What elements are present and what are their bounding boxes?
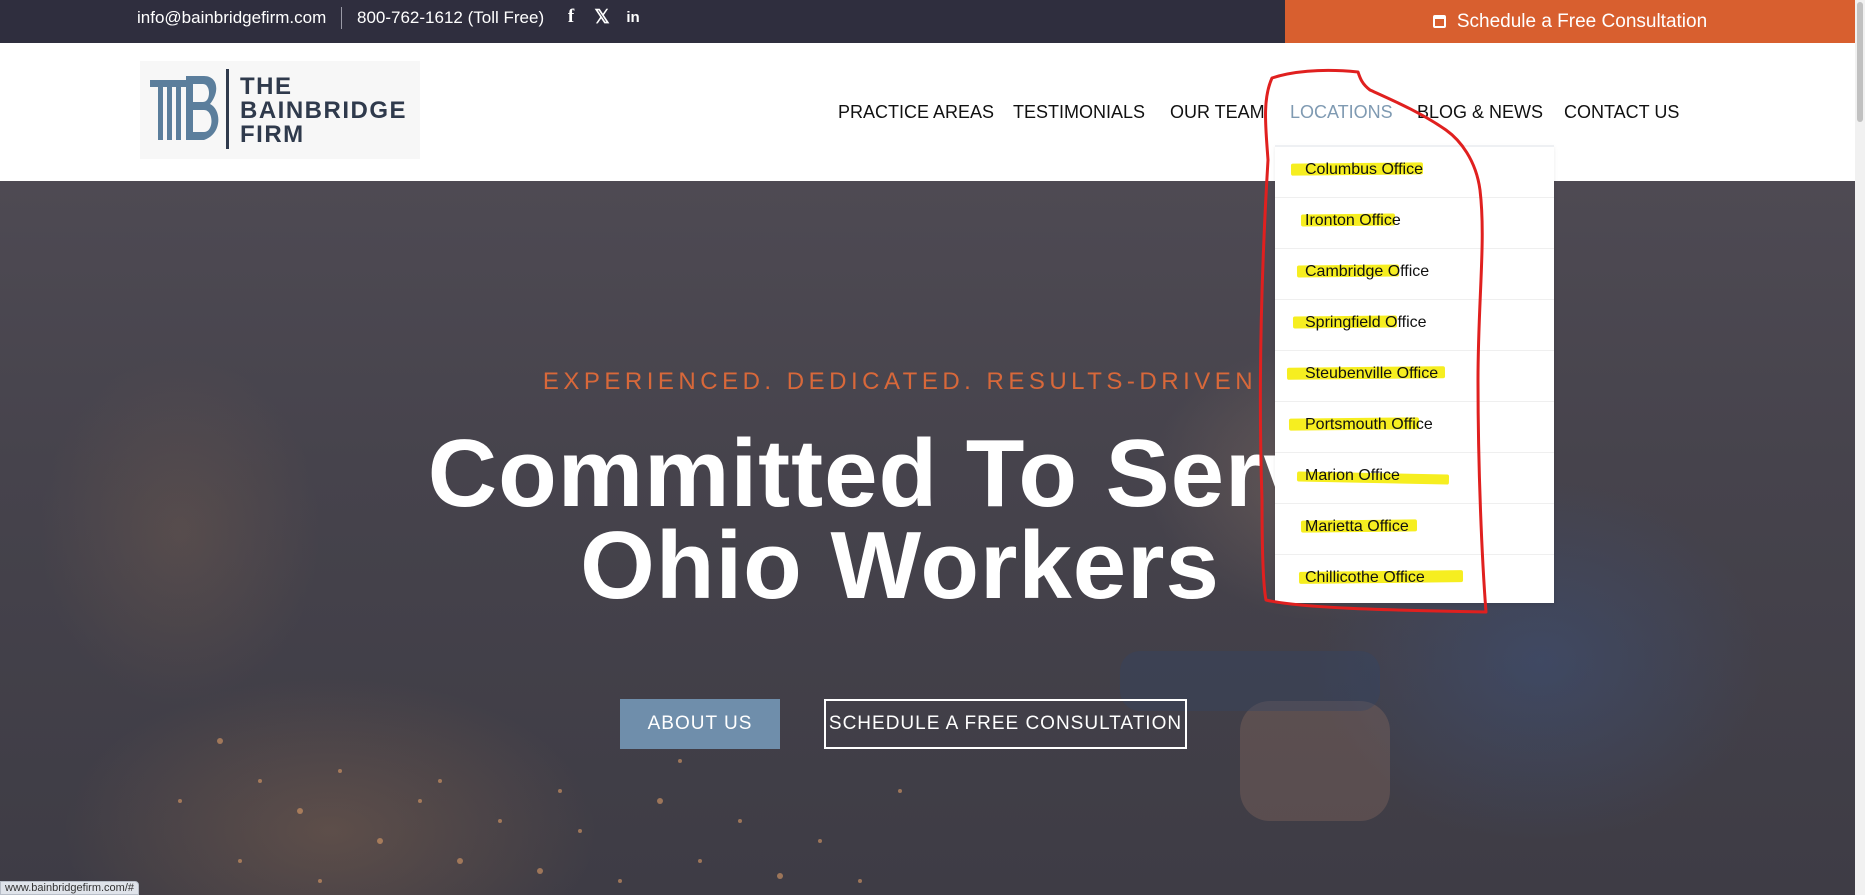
logo-line: THE — [240, 73, 293, 100]
location-columbus-office[interactable]: Columbus Office — [1275, 147, 1554, 198]
dropdown-item-label: Chillicothe Office — [1305, 569, 1425, 586]
hero-section: EXPERIENCED. DEDICATED. RESULTS-DRIVEN C… — [0, 181, 1855, 895]
location-chillicothe-office[interactable]: Chillicothe Office — [1275, 555, 1554, 606]
location-springfield-office[interactable]: Springfield Office — [1275, 300, 1554, 351]
status-url-tooltip: www.bainbridgefirm.com/# — [0, 881, 139, 895]
schedule-consultation-label: Schedule a Free Consultation — [1456, 10, 1708, 32]
logo-mark-icon — [150, 76, 219, 140]
schedule-consultation-top-button[interactable]: Schedule a Free Consultation — [1285, 0, 1855, 43]
calendar-icon — [1432, 15, 1446, 28]
location-portsmouth-office[interactable]: Portsmouth Office — [1275, 402, 1554, 453]
dropdown-item-label: Cambridge Office — [1305, 263, 1430, 280]
nav-blog-news[interactable]: BLOG & NEWS — [1417, 102, 1543, 123]
location-marietta-office[interactable]: Marietta Office — [1275, 504, 1554, 555]
nav-contact-us[interactable]: CONTACT US — [1564, 102, 1679, 123]
site-header: THE BAINBRIDGE FIRM PRACTICE AREAS TESTI… — [0, 43, 1855, 181]
about-us-button[interactable]: ABOUT US — [620, 699, 780, 749]
schedule-consultation-button[interactable]: SCHEDULE A FREE CONSULTATION — [824, 699, 1187, 749]
dropdown-item-label: Columbus Office — [1305, 161, 1423, 178]
logo[interactable]: THE BAINBRIDGE FIRM — [140, 61, 420, 159]
nav-locations[interactable]: LOCATIONS — [1290, 102, 1393, 123]
phone-link[interactable]: 800-762-1612 (Toll Free) — [357, 8, 544, 28]
nav-our-team[interactable]: OUR TEAM — [1170, 102, 1265, 123]
location-ironton-office[interactable]: Ironton Office — [1275, 198, 1554, 249]
nav-practice-areas[interactable]: PRACTICE AREAS — [838, 102, 994, 123]
divider — [341, 7, 342, 29]
facebook-icon[interactable]: f — [560, 6, 582, 28]
dropdown-item-label: Ironton Office — [1305, 212, 1401, 229]
dropdown-item-label: Marietta Office — [1305, 518, 1409, 535]
scrollbar-thumb[interactable] — [1857, 2, 1863, 122]
dropdown-item-label: Springfield Office — [1305, 314, 1427, 331]
dropdown-item-label: Steubenville Office — [1305, 365, 1439, 382]
logo-wordmark: THE BAINBRIDGE FIRM — [240, 75, 407, 147]
nav-testimonials[interactable]: TESTIMONIALS — [1013, 102, 1145, 123]
page-scrollbar[interactable] — [1855, 0, 1865, 895]
dropdown-item-label: Portsmouth Office — [1305, 416, 1433, 433]
logo-divider — [226, 69, 229, 149]
x-twitter-icon[interactable]: 𝕏 — [591, 6, 613, 28]
locations-dropdown: Columbus Office Ironton Office Cambridge… — [1275, 145, 1554, 603]
location-cambridge-office[interactable]: Cambridge Office — [1275, 249, 1554, 300]
dropdown-item-label: Marion Office — [1305, 467, 1400, 484]
logo-line: FIRM — [240, 121, 305, 148]
location-marion-office[interactable]: Marion Office — [1275, 453, 1554, 504]
email-link[interactable]: info@bainbridgefirm.com — [137, 8, 326, 28]
top-bar: info@bainbridgefirm.com 800-762-1612 (To… — [0, 0, 1855, 43]
linkedin-icon[interactable]: in — [622, 6, 644, 28]
location-steubenville-office[interactable]: Steubenville Office — [1275, 351, 1554, 402]
logo-line: BAINBRIDGE — [240, 97, 408, 124]
